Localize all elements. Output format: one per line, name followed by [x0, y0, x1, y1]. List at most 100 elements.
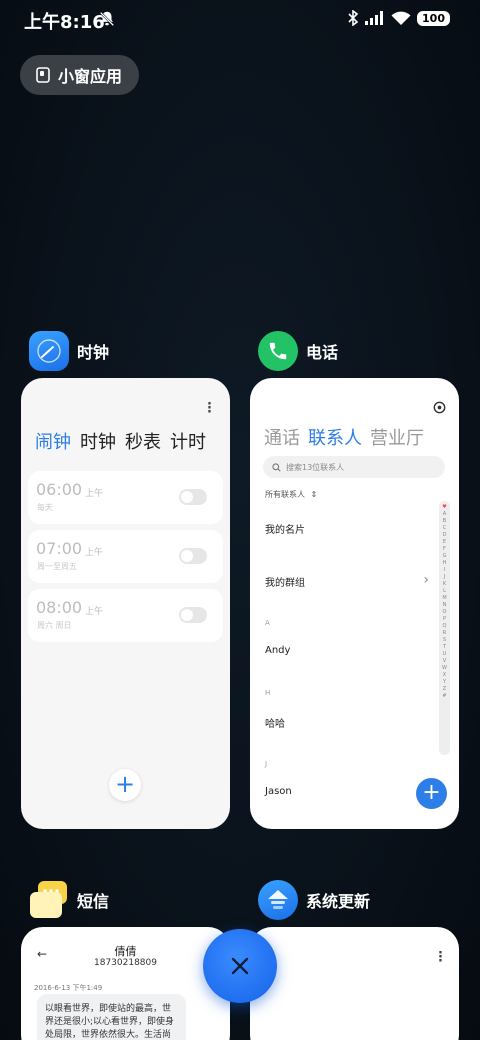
section-letter: J: [265, 760, 268, 768]
message-date: 2016-6-13 下午1:49: [34, 984, 103, 992]
alarm-toggle[interactable]: [179, 489, 207, 505]
clock-app-name: 时钟: [77, 343, 110, 362]
alphabet-index-letter[interactable]: W: [442, 665, 447, 671]
sms-app-name: 短信: [77, 892, 110, 911]
clock-app-header[interactable]: 时钟: [29, 331, 109, 371]
alphabet-index-letter[interactable]: L: [443, 588, 446, 594]
alphabet-index-letter[interactable]: G: [443, 553, 447, 559]
alarm-item[interactable]: 08:00 上午 周六 周日: [28, 589, 223, 642]
alphabet-index-letter[interactable]: F: [443, 546, 446, 552]
clock-app-icon: [29, 331, 69, 371]
alphabet-index-letter[interactable]: M: [442, 595, 446, 601]
alphabet-index-letter[interactable]: X: [443, 672, 446, 678]
phone-tabs: 通话 联系人 营业厅: [264, 424, 424, 450]
contact-number: 18730218809: [94, 958, 157, 968]
add-contact-button[interactable]: +: [416, 778, 447, 809]
bell-muted-icon: [99, 11, 115, 27]
alarm-repeat: 周一至周五: [37, 562, 77, 571]
clock-app-card[interactable]: · · · 闹钟 时钟 秒表 计时 06:00 上午 每天 07:00 上午 周一至…: [21, 378, 230, 829]
alphabet-index-letter[interactable]: J: [444, 574, 445, 580]
update-app-name: 系统更新: [306, 892, 371, 911]
alphabet-index-letter[interactable]: N: [443, 602, 447, 608]
alphabet-index-letter[interactable]: T: [443, 644, 446, 650]
tab-contacts[interactable]: 联系人: [308, 424, 362, 450]
signal-icon: [365, 11, 384, 25]
more-options-icon[interactable]: · · ·: [207, 398, 212, 419]
update-app-header[interactable]: 系统更新: [258, 880, 370, 920]
alarm-item[interactable]: 06:00 上午 每天: [28, 471, 223, 524]
phone-app-header[interactable]: 电话: [258, 331, 338, 371]
tab-calls[interactable]: 通话: [264, 424, 300, 450]
alphabet-index-letter[interactable]: Y: [443, 679, 446, 685]
battery-level: 100: [417, 10, 450, 26]
contact-item[interactable]: Jason: [265, 786, 292, 797]
contacts-filter-label: 所有联系人: [265, 490, 305, 499]
contacts-search-input[interactable]: 搜索13位联系人: [263, 456, 445, 478]
phone-app-icon: [258, 331, 298, 371]
message-bubble: 以眼看世界，即使站的最高，世界还是很小;以心看世界，即使身处局限，世界依然很大。…: [37, 994, 186, 1040]
tab-service-hall[interactable]: 营业厅: [370, 424, 424, 450]
alphabet-index-bar[interactable]: ♥ A B C D E F G H I J K L M N O P Q R S T U V W X Y Z #: [439, 501, 450, 755]
contact-item[interactable]: 哈哈: [265, 715, 285, 730]
alarm-ampm: 上午: [85, 489, 104, 499]
search-icon: [272, 462, 281, 472]
chevron-right-icon: ›: [423, 572, 429, 588]
alphabet-index-letter[interactable]: ♥: [442, 504, 446, 510]
alphabet-index-letter[interactable]: D: [443, 532, 447, 538]
tab-clock[interactable]: 时钟: [80, 428, 116, 454]
alphabet-index-letter[interactable]: H: [443, 560, 447, 566]
floating-window-icon: [36, 67, 50, 83]
status-time: 上午8:16: [24, 12, 105, 33]
sms-app-header[interactable]: 短信: [29, 880, 109, 920]
alphabet-index-letter[interactable]: Q: [443, 623, 447, 629]
settings-icon[interactable]: [433, 401, 446, 414]
system-update-app-icon: [258, 880, 298, 920]
floating-window-apps-button[interactable]: 小窗应用: [20, 55, 139, 95]
alarm-repeat: 每天: [37, 503, 53, 512]
more-options-icon[interactable]: · · ·: [438, 947, 443, 968]
clock-tabs: 闹钟 时钟 秒表 计时: [35, 428, 206, 454]
bluetooth-icon: [348, 10, 359, 26]
contacts-filter-dropdown[interactable]: 所有联系人 ⇕: [265, 489, 317, 500]
alphabet-index-letter[interactable]: P: [443, 616, 446, 622]
alphabet-index-letter[interactable]: R: [443, 630, 446, 636]
alphabet-index-letter[interactable]: O: [443, 609, 447, 615]
section-letter: H: [265, 689, 271, 697]
chevron-updown-icon: ⇕: [310, 490, 318, 499]
alphabet-index-letter[interactable]: V: [443, 658, 446, 664]
alarm-time: 06:00: [36, 480, 83, 499]
status-icons: 100: [347, 10, 450, 26]
phone-app-card[interactable]: 通话 联系人 营业厅 搜索13位联系人 所有联系人 ⇕ 我的名片 我的群组 › …: [250, 378, 459, 829]
tab-stopwatch[interactable]: 秒表: [125, 428, 161, 454]
alarm-repeat: 周六 周日: [37, 621, 72, 630]
clear-all-button[interactable]: [203, 929, 277, 1003]
alarm-toggle[interactable]: [179, 607, 207, 623]
my-card-item[interactable]: 我的名片: [265, 521, 305, 536]
alphabet-index-letter[interactable]: E: [443, 539, 446, 545]
alarm-ampm: 上午: [85, 548, 104, 558]
contact-item[interactable]: Andy: [265, 645, 290, 656]
contact-name: 倩倩: [114, 945, 137, 958]
alphabet-index-letter[interactable]: S: [443, 637, 446, 643]
alphabet-index-letter[interactable]: U: [443, 651, 447, 657]
sms-app-card[interactable]: ← 倩倩 18730218809 2016-6-13 下午1:49 以眼看世界，…: [21, 927, 230, 1040]
close-icon: [231, 957, 249, 975]
alphabet-index-letter[interactable]: B: [443, 518, 446, 524]
alphabet-index-letter[interactable]: A: [443, 511, 446, 517]
system-update-app-card[interactable]: · · ·: [250, 927, 459, 1040]
alphabet-index-letter[interactable]: K: [443, 581, 446, 587]
tab-alarm[interactable]: 闹钟: [35, 428, 71, 454]
alarm-ampm: 上午: [85, 607, 104, 617]
search-placeholder: 搜索13位联系人: [286, 462, 345, 472]
alphabet-index-letter[interactable]: #: [442, 693, 446, 699]
alarm-toggle[interactable]: [179, 548, 207, 564]
alphabet-index-letter[interactable]: Z: [443, 686, 446, 692]
alarm-item[interactable]: 07:00 上午 周一至周五: [28, 530, 223, 583]
section-letter: A: [265, 619, 270, 627]
my-groups-item[interactable]: 我的群组: [265, 574, 305, 589]
alphabet-index-letter[interactable]: C: [443, 525, 447, 531]
tab-timer[interactable]: 计时: [170, 428, 206, 454]
wifi-icon: [391, 11, 411, 25]
add-alarm-button[interactable]: +: [109, 769, 141, 801]
alphabet-index-letter[interactable]: I: [444, 567, 445, 573]
